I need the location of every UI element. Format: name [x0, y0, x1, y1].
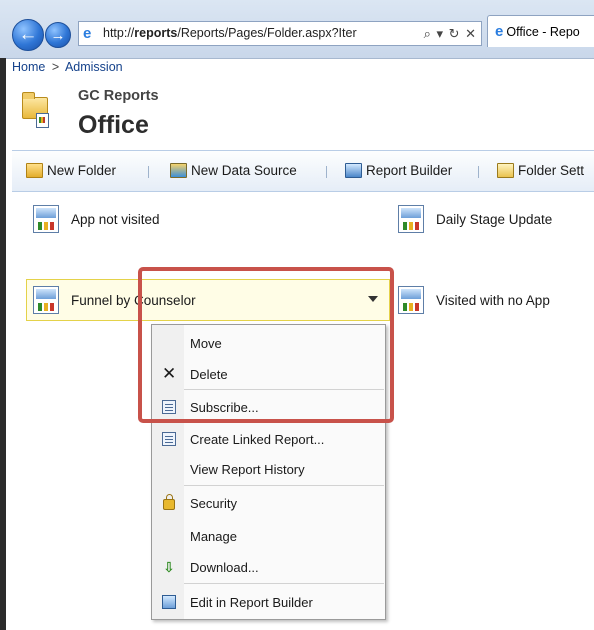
new-folder-button[interactable]: New Folder: [26, 163, 116, 178]
browser-tab[interactable]: e Office - Repo: [487, 15, 594, 47]
report-icon[interactable]: [33, 205, 59, 233]
new-folder-icon: [26, 163, 43, 178]
report-link-visited-with-no-app[interactable]: Visited with no App: [436, 293, 550, 308]
menu-item-download[interactable]: ⇩ Download...: [152, 552, 385, 582]
report-builder-icon: [162, 595, 176, 609]
browser-toolbar: ← → e http://reports/Reports/Pages/Folde…: [0, 0, 594, 59]
breadcrumb-current-link[interactable]: Admission: [65, 60, 123, 74]
breadcrumb-separator: >: [51, 60, 60, 74]
toolbar-divider: [148, 166, 149, 178]
url-text: http://reports/Reports/Pages/Folder.aspx…: [103, 26, 357, 40]
report-link-daily-stage-update[interactable]: Daily Stage Update: [436, 212, 552, 227]
toolbar-divider: [326, 166, 327, 178]
report-icon[interactable]: [398, 205, 424, 233]
folder-toolbar: New Folder New Data Source Report Builde…: [12, 150, 594, 192]
menu-item-manage[interactable]: Manage: [152, 521, 385, 551]
report-builder-button[interactable]: Report Builder: [345, 163, 452, 178]
download-icon: ⇩: [163, 559, 175, 575]
report-link-app-not-visited[interactable]: App not visited: [71, 212, 160, 227]
folder-settings-icon: [497, 163, 514, 178]
ie-logo-icon: e: [83, 25, 92, 42]
site-title[interactable]: GC Reports: [78, 88, 159, 104]
breadcrumb: Home > Admission: [12, 60, 123, 74]
arrow-left-icon: ←: [18, 24, 38, 45]
menu-item-edit-in-report-builder[interactable]: Edit in Report Builder: [152, 587, 385, 617]
report-icon[interactable]: [398, 286, 424, 314]
page-title: Office: [78, 111, 149, 139]
data-source-icon: [170, 163, 187, 178]
window-edge: [0, 58, 6, 630]
toolbar-divider: [478, 166, 479, 178]
arrow-right-icon: →: [50, 26, 66, 44]
linked-report-icon: [162, 432, 176, 446]
breadcrumb-home-link[interactable]: Home: [12, 60, 45, 74]
menu-item-create-linked-report[interactable]: Create Linked Report...: [152, 424, 385, 454]
menu-item-view-report-history[interactable]: View Report History: [152, 454, 385, 484]
folder-settings-button[interactable]: Folder Sett: [497, 163, 584, 178]
report-icon[interactable]: [33, 286, 59, 314]
menu-item-security[interactable]: Security: [152, 488, 385, 518]
annotation-highlight-box: [138, 267, 394, 423]
address-bar[interactable]: e http://reports/Reports/Pages/Folder.as…: [78, 21, 482, 46]
report-builder-icon: [345, 163, 362, 178]
menu-separator: [184, 583, 384, 584]
menu-separator: [184, 485, 384, 486]
report-doc-icon: [36, 113, 49, 128]
lock-icon: [163, 494, 175, 510]
address-controls[interactable]: ⌕ ▾ ↻ ✕: [424, 22, 477, 45]
forward-button[interactable]: →: [45, 22, 71, 48]
back-button[interactable]: ←: [12, 19, 44, 51]
ie-tab-icon: e: [495, 23, 504, 40]
tab-title: Office - Repo: [506, 25, 580, 39]
new-data-source-button[interactable]: New Data Source: [170, 163, 297, 178]
